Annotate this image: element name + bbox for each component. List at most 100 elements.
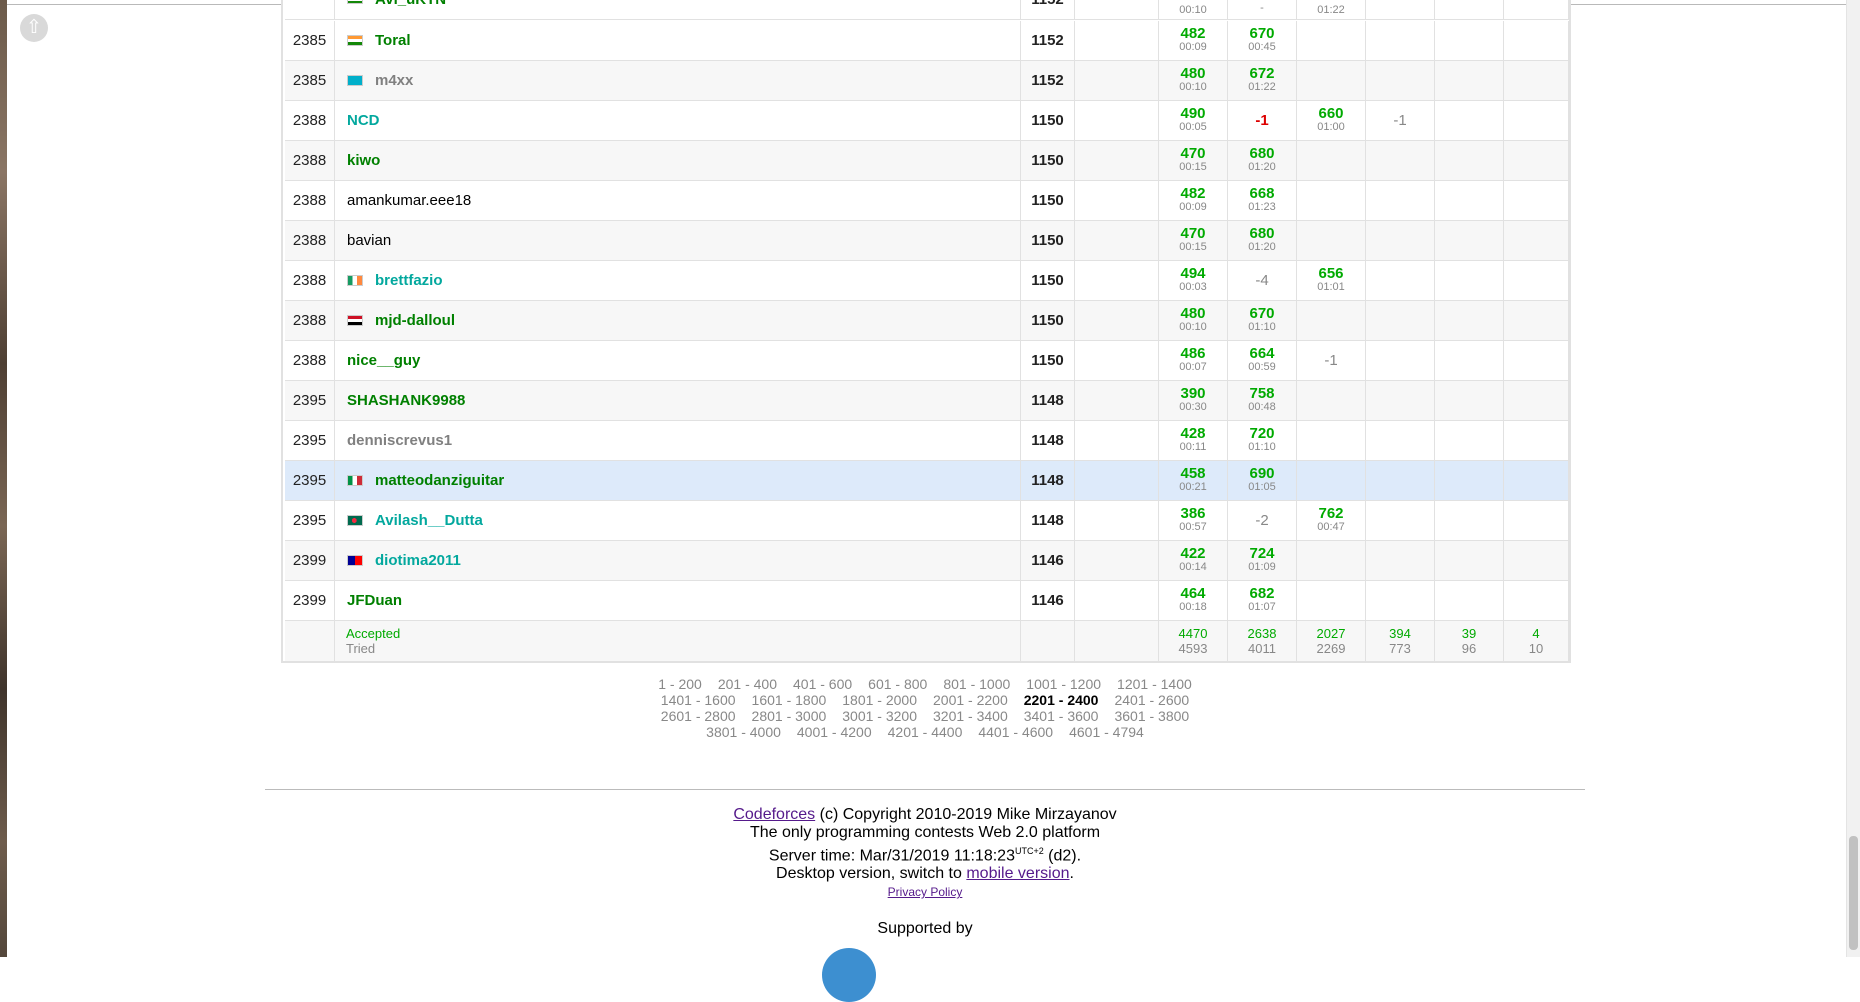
problem-cell[interactable] bbox=[1366, 501, 1435, 541]
problem-cell[interactable] bbox=[1504, 581, 1569, 621]
problem-cell[interactable]: 668 01:23 bbox=[1228, 181, 1297, 221]
privacy-policy-link[interactable]: Privacy Policy bbox=[888, 885, 963, 899]
problem-cell[interactable] bbox=[1435, 581, 1504, 621]
problem-cell[interactable] bbox=[1435, 101, 1504, 141]
problem-cell[interactable] bbox=[1297, 581, 1366, 621]
problem-cell[interactable] bbox=[1435, 421, 1504, 461]
pagination-link[interactable]: 4001 - 4200 bbox=[797, 724, 872, 740]
codeforces-link[interactable]: Codeforces bbox=[733, 806, 815, 823]
participant-handle[interactable]: diotima2011 bbox=[375, 552, 461, 569]
problem-cell[interactable]: 470 00:15 bbox=[1159, 141, 1228, 181]
problem-cell[interactable]: 682 01:07 bbox=[1228, 581, 1297, 621]
problem-cell[interactable] bbox=[1435, 181, 1504, 221]
problem-cell[interactable]: 762 00:47 bbox=[1297, 501, 1366, 541]
pagination-link[interactable]: 2401 - 2600 bbox=[1114, 692, 1189, 708]
problem-cell[interactable] bbox=[1435, 221, 1504, 261]
problem-cell[interactable] bbox=[1435, 21, 1504, 61]
problem-cell[interactable] bbox=[1297, 181, 1366, 221]
problem-cell[interactable] bbox=[1504, 101, 1569, 141]
problem-cell[interactable] bbox=[1504, 221, 1569, 261]
problem-cell[interactable]: 482 00:09 bbox=[1159, 181, 1228, 221]
tried-count[interactable]: 10 bbox=[1504, 641, 1568, 656]
accepted-count[interactable]: 39 bbox=[1435, 621, 1503, 641]
problem-cell[interactable] bbox=[1297, 301, 1366, 341]
pagination-link[interactable]: 4601 - 4794 bbox=[1069, 724, 1144, 740]
problem-cell[interactable]: 672 01:22 bbox=[1228, 61, 1297, 101]
problem-cell[interactable] bbox=[1435, 501, 1504, 541]
problem-cell[interactable] bbox=[1504, 541, 1569, 581]
problem-cell[interactable] bbox=[1504, 181, 1569, 221]
pagination-link[interactable]: 2201 - 2400 bbox=[1024, 692, 1099, 708]
problem-cell[interactable] bbox=[1366, 221, 1435, 261]
problem-cell[interactable] bbox=[1366, 181, 1435, 221]
participant-handle[interactable]: mjd-dalloul bbox=[375, 312, 455, 329]
problem-cell[interactable]: 660 01:00 bbox=[1297, 101, 1366, 141]
tried-count[interactable]: 96 bbox=[1435, 641, 1503, 656]
participant-handle[interactable]: Avi_uKTN bbox=[375, 0, 446, 8]
participant-handle[interactable]: kiwo bbox=[347, 152, 380, 169]
problem-cell[interactable]: 690 01:05 bbox=[1228, 461, 1297, 501]
pagination-link[interactable]: 201 - 400 bbox=[718, 676, 777, 692]
problem-cell[interactable]: 494 00:03 bbox=[1159, 261, 1228, 301]
tried-count[interactable]: 4011 bbox=[1228, 641, 1296, 656]
problem-cell[interactable]: -4 bbox=[1228, 261, 1297, 301]
problem-cell[interactable] bbox=[1435, 261, 1504, 301]
problem-cell[interactable] bbox=[1504, 141, 1569, 181]
problem-cell[interactable] bbox=[1366, 421, 1435, 461]
pagination-link[interactable]: 1401 - 1600 bbox=[661, 692, 736, 708]
problem-cell[interactable]: 470 00:15 bbox=[1159, 221, 1228, 261]
pagination-link[interactable]: 3401 - 3600 bbox=[1024, 708, 1099, 724]
problem-cell[interactable] bbox=[1435, 61, 1504, 101]
problem-cell[interactable]: 670 00:45 bbox=[1228, 21, 1297, 61]
pagination-link[interactable]: 4401 - 4600 bbox=[978, 724, 1053, 740]
problem-cell[interactable]: 670 01:10 bbox=[1228, 301, 1297, 341]
problem-cell[interactable] bbox=[1366, 261, 1435, 301]
pagination-link[interactable]: 801 - 1000 bbox=[943, 676, 1010, 692]
pagination-link[interactable]: 3801 - 4000 bbox=[706, 724, 781, 740]
participant-handle[interactable]: SHASHANK9988 bbox=[347, 392, 465, 409]
pagination-link[interactable]: 4201 - 4400 bbox=[888, 724, 963, 740]
pagination-link[interactable]: 3601 - 3800 bbox=[1114, 708, 1189, 724]
participant-handle[interactable]: JFDuan bbox=[347, 592, 402, 609]
problem-cell[interactable]: 482 00:09 bbox=[1159, 21, 1228, 61]
problem-cell[interactable]: 480 00:10 bbox=[1159, 61, 1228, 101]
pagination-link[interactable]: 1601 - 1800 bbox=[752, 692, 827, 708]
problem-cell[interactable] bbox=[1297, 461, 1366, 501]
problem-cell[interactable] bbox=[1504, 261, 1569, 301]
problem-cell[interactable]: 664 00:59 bbox=[1228, 341, 1297, 381]
problem-cell[interactable]: 480 00:10 bbox=[1159, 301, 1228, 341]
participant-handle[interactable]: brettfazio bbox=[375, 272, 443, 289]
pagination-link[interactable]: 601 - 800 bbox=[868, 676, 927, 692]
participant-handle[interactable]: denniscrevus1 bbox=[347, 432, 452, 449]
participant-handle[interactable]: matteodanziguitar bbox=[375, 472, 504, 489]
problem-cell[interactable]: 656 01:01 bbox=[1297, 261, 1366, 301]
problem-cell[interactable] bbox=[1297, 221, 1366, 261]
problem-cell[interactable]: 758 00:48 bbox=[1228, 381, 1297, 421]
accepted-count[interactable]: 4 bbox=[1504, 621, 1568, 641]
problem-cell[interactable]: 490 00:05 bbox=[1159, 101, 1228, 141]
problem-cell[interactable] bbox=[1435, 381, 1504, 421]
pagination-link[interactable]: 1001 - 1200 bbox=[1026, 676, 1101, 692]
problem-cell[interactable]: 680 01:20 bbox=[1228, 141, 1297, 181]
problem-cell[interactable]: -1 bbox=[1228, 101, 1297, 141]
page-scrollbar[interactable] bbox=[1846, 0, 1860, 957]
participant-handle[interactable]: m4xx bbox=[375, 72, 413, 89]
pagination-link[interactable]: 3201 - 3400 bbox=[933, 708, 1008, 724]
accepted-count[interactable]: 2027 bbox=[1297, 621, 1365, 641]
problem-cell[interactable] bbox=[1504, 381, 1569, 421]
problem-cell[interactable] bbox=[1504, 461, 1569, 501]
problem-cell[interactable] bbox=[1435, 301, 1504, 341]
accepted-count[interactable]: 2638 bbox=[1228, 621, 1296, 641]
problem-cell[interactable] bbox=[1366, 541, 1435, 581]
problem-cell[interactable] bbox=[1297, 541, 1366, 581]
problem-cell[interactable] bbox=[1366, 381, 1435, 421]
problem-cell[interactable] bbox=[1297, 21, 1366, 61]
mobile-version-link[interactable]: mobile version bbox=[966, 865, 1069, 882]
problem-cell[interactable]: 390 00:30 bbox=[1159, 381, 1228, 421]
problem-cell[interactable] bbox=[1435, 541, 1504, 581]
problem-cell[interactable] bbox=[1435, 461, 1504, 501]
accepted-count[interactable]: 4470 bbox=[1159, 621, 1227, 641]
pagination-link[interactable]: 3001 - 3200 bbox=[842, 708, 917, 724]
problem-cell[interactable] bbox=[1504, 21, 1569, 61]
participant-handle[interactable]: NCD bbox=[347, 112, 380, 129]
